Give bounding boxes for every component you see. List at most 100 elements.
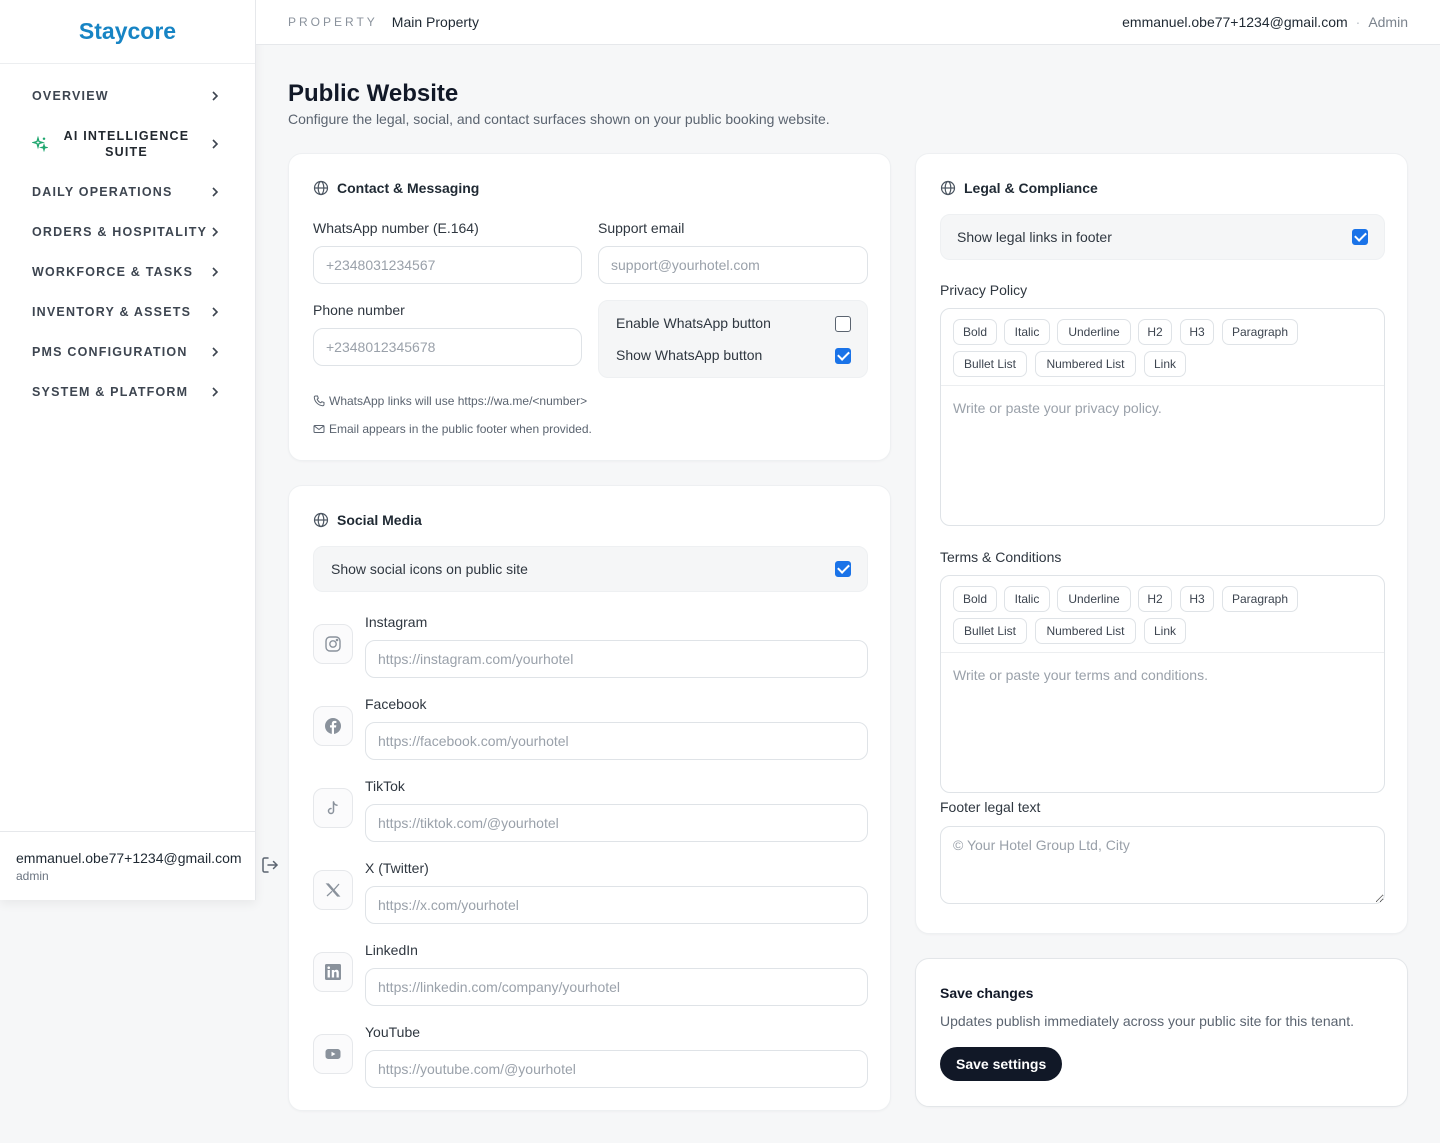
- show-whatsapp-checkbox[interactable]: [835, 348, 851, 364]
- property-selector[interactable]: Main Property: [392, 14, 479, 30]
- globe-icon: [313, 512, 329, 528]
- save-settings-button[interactable]: Save settings: [940, 1047, 1063, 1081]
- header-user-role: Admin: [1368, 14, 1408, 30]
- privacy-editor-toolbar: Bold Italic Underline H2 H3 Paragraph Bu…: [941, 309, 1384, 386]
- linkedin-icon-box: [313, 952, 353, 992]
- sidebar-nav: OVERVIEW AI INTELLIGENCE SUITE DAILY OPE…: [0, 64, 255, 412]
- youtube-input[interactable]: [365, 1050, 868, 1088]
- toolbar-numbered-list-button[interactable]: Numbered List: [1035, 618, 1136, 644]
- whatsapp-number-input[interactable]: [313, 246, 582, 284]
- nav-label: WORKFORCE & TASKS: [32, 265, 194, 279]
- whatsapp-number-label: WhatsApp number (E.164): [313, 220, 479, 236]
- enable-whatsapp-checkbox[interactable]: [835, 316, 851, 332]
- save-changes-subtitle: Updates publish immediately across your …: [940, 1013, 1354, 1029]
- top-bar: PROPERTY Main Property emmanuel.obe77+12…: [256, 0, 1440, 45]
- brand-logo[interactable]: Staycore: [0, 0, 255, 64]
- linkedin-input[interactable]: [365, 968, 868, 1006]
- facebook-input[interactable]: [365, 722, 868, 760]
- account-info: emmanuel.obe77+1234@gmail.com · Admin: [1122, 14, 1408, 30]
- toolbar-italic-button[interactable]: Italic: [1004, 319, 1050, 345]
- chevron-right-icon: [212, 307, 219, 317]
- nav-item-daily-operations[interactable]: DAILY OPERATIONS: [0, 172, 255, 212]
- sparkles-icon: [32, 136, 48, 152]
- toolbar-link-button[interactable]: Link: [1144, 618, 1186, 644]
- tiktok-icon-box: [313, 788, 353, 828]
- tiktok-icon: [327, 801, 338, 815]
- footer-legal-text-input[interactable]: [940, 826, 1385, 904]
- save-changes-card: Save changes Updates publish immediately…: [915, 958, 1408, 1107]
- sidebar: Staycore OVERVIEW AI INTELLIGENCE SUITE …: [0, 0, 256, 900]
- toolbar-paragraph-button[interactable]: Paragraph: [1222, 319, 1298, 345]
- toolbar-underline-button[interactable]: Underline: [1057, 319, 1131, 345]
- toolbar-numbered-list-button[interactable]: Numbered List: [1035, 351, 1136, 377]
- social-media-card: Social Media Show social icons on public…: [288, 485, 891, 1111]
- toolbar-underline-button[interactable]: Underline: [1057, 586, 1131, 612]
- support-email-input[interactable]: [598, 246, 868, 284]
- toolbar-h2-button[interactable]: H2: [1138, 319, 1172, 345]
- sidebar-user-email: emmanuel.obe77+1234@gmail.com: [16, 850, 242, 866]
- nav-label: ORDERS & HOSPITALITY: [32, 225, 208, 239]
- facebook-icon: [325, 718, 341, 734]
- whatsapp-hint-text: WhatsApp links will use https://wa.me/<n…: [329, 394, 588, 408]
- nav-item-pms-configuration[interactable]: PMS CONFIGURATION: [0, 332, 255, 372]
- phone-number-input[interactable]: [313, 328, 582, 366]
- mail-icon: [313, 425, 325, 433]
- page-subtitle: Configure the legal, social, and contact…: [288, 111, 830, 127]
- nav-item-orders-hospitality[interactable]: ORDERS & HOSPITALITY: [0, 212, 255, 252]
- linkedin-icon: [325, 964, 341, 980]
- email-hint: Email appears in the public footer when …: [313, 422, 592, 436]
- nav-label: AI INTELLIGENCE SUITE: [63, 129, 190, 159]
- x-icon: [325, 883, 341, 897]
- toolbar-h2-button[interactable]: H2: [1138, 586, 1172, 612]
- nav-label: OVERVIEW: [32, 89, 109, 103]
- chevron-right-icon: [212, 227, 219, 237]
- nav-item-inventory-assets[interactable]: INVENTORY & ASSETS: [0, 292, 255, 332]
- save-changes-title: Save changes: [940, 985, 1034, 1001]
- tiktok-label: TikTok: [365, 778, 405, 794]
- privacy-policy-editor: Bold Italic Underline H2 H3 Paragraph Bu…: [940, 308, 1385, 526]
- toolbar-bold-button[interactable]: Bold: [953, 586, 997, 612]
- toolbar-bullet-list-button[interactable]: Bullet List: [953, 618, 1027, 644]
- nav-item-workforce-tasks[interactable]: WORKFORCE & TASKS: [0, 252, 255, 292]
- tiktok-input[interactable]: [365, 804, 868, 842]
- email-hint-text: Email appears in the public footer when …: [329, 422, 592, 436]
- logout-icon[interactable]: [260, 855, 280, 875]
- toolbar-h3-button[interactable]: H3: [1180, 586, 1214, 612]
- toolbar-link-button[interactable]: Link: [1144, 351, 1186, 377]
- whatsapp-toggles: Enable WhatsApp button Show WhatsApp but…: [598, 300, 868, 378]
- sidebar-user-role: admin: [16, 869, 49, 883]
- x-twitter-label: X (Twitter): [365, 860, 429, 876]
- show-whatsapp-label: Show WhatsApp button: [616, 347, 763, 363]
- toolbar-italic-button[interactable]: Italic: [1004, 586, 1050, 612]
- facebook-icon-box: [313, 706, 353, 746]
- nav-item-system-platform[interactable]: SYSTEM & PLATFORM: [0, 372, 255, 412]
- toolbar-bold-button[interactable]: Bold: [953, 319, 997, 345]
- separator-dot: ·: [1355, 14, 1361, 30]
- toolbar-h3-button[interactable]: H3: [1180, 319, 1214, 345]
- property-label: PROPERTY: [288, 15, 378, 29]
- nav-label: DAILY OPERATIONS: [32, 185, 173, 199]
- toolbar-bullet-list-button[interactable]: Bullet List: [953, 351, 1027, 377]
- privacy-policy-label: Privacy Policy: [940, 282, 1028, 298]
- footer-legal-text-label: Footer legal text: [940, 799, 1041, 815]
- instagram-input[interactable]: [365, 640, 868, 678]
- nav-label: PMS CONFIGURATION: [32, 345, 188, 359]
- show-legal-links-checkbox[interactable]: [1352, 229, 1368, 245]
- show-social-icons-checkbox[interactable]: [835, 561, 851, 577]
- terms-conditions-content[interactable]: Write or paste your terms and conditions…: [953, 667, 1208, 683]
- youtube-label: YouTube: [365, 1024, 421, 1040]
- sidebar-user: emmanuel.obe77+1234@gmail.com admin: [0, 831, 255, 900]
- instagram-icon-box: [313, 624, 353, 664]
- nav-item-overview[interactable]: OVERVIEW: [0, 76, 255, 116]
- chevron-right-icon: [212, 347, 219, 357]
- nav-item-ai-intelligence-suite[interactable]: AI INTELLIGENCE SUITE: [0, 116, 255, 172]
- chevron-right-icon: [212, 267, 219, 277]
- privacy-policy-content[interactable]: Write or paste your privacy policy.: [953, 400, 1162, 416]
- x-twitter-input[interactable]: [365, 886, 868, 924]
- instagram-icon: [325, 636, 341, 652]
- facebook-label: Facebook: [365, 696, 427, 712]
- header-user-email: emmanuel.obe77+1234@gmail.com: [1122, 14, 1348, 30]
- social-icons-toggle: Show social icons on public site: [313, 546, 868, 592]
- toolbar-paragraph-button[interactable]: Paragraph: [1222, 586, 1298, 612]
- terms-conditions-editor: Bold Italic Underline H2 H3 Paragraph Bu…: [940, 575, 1385, 793]
